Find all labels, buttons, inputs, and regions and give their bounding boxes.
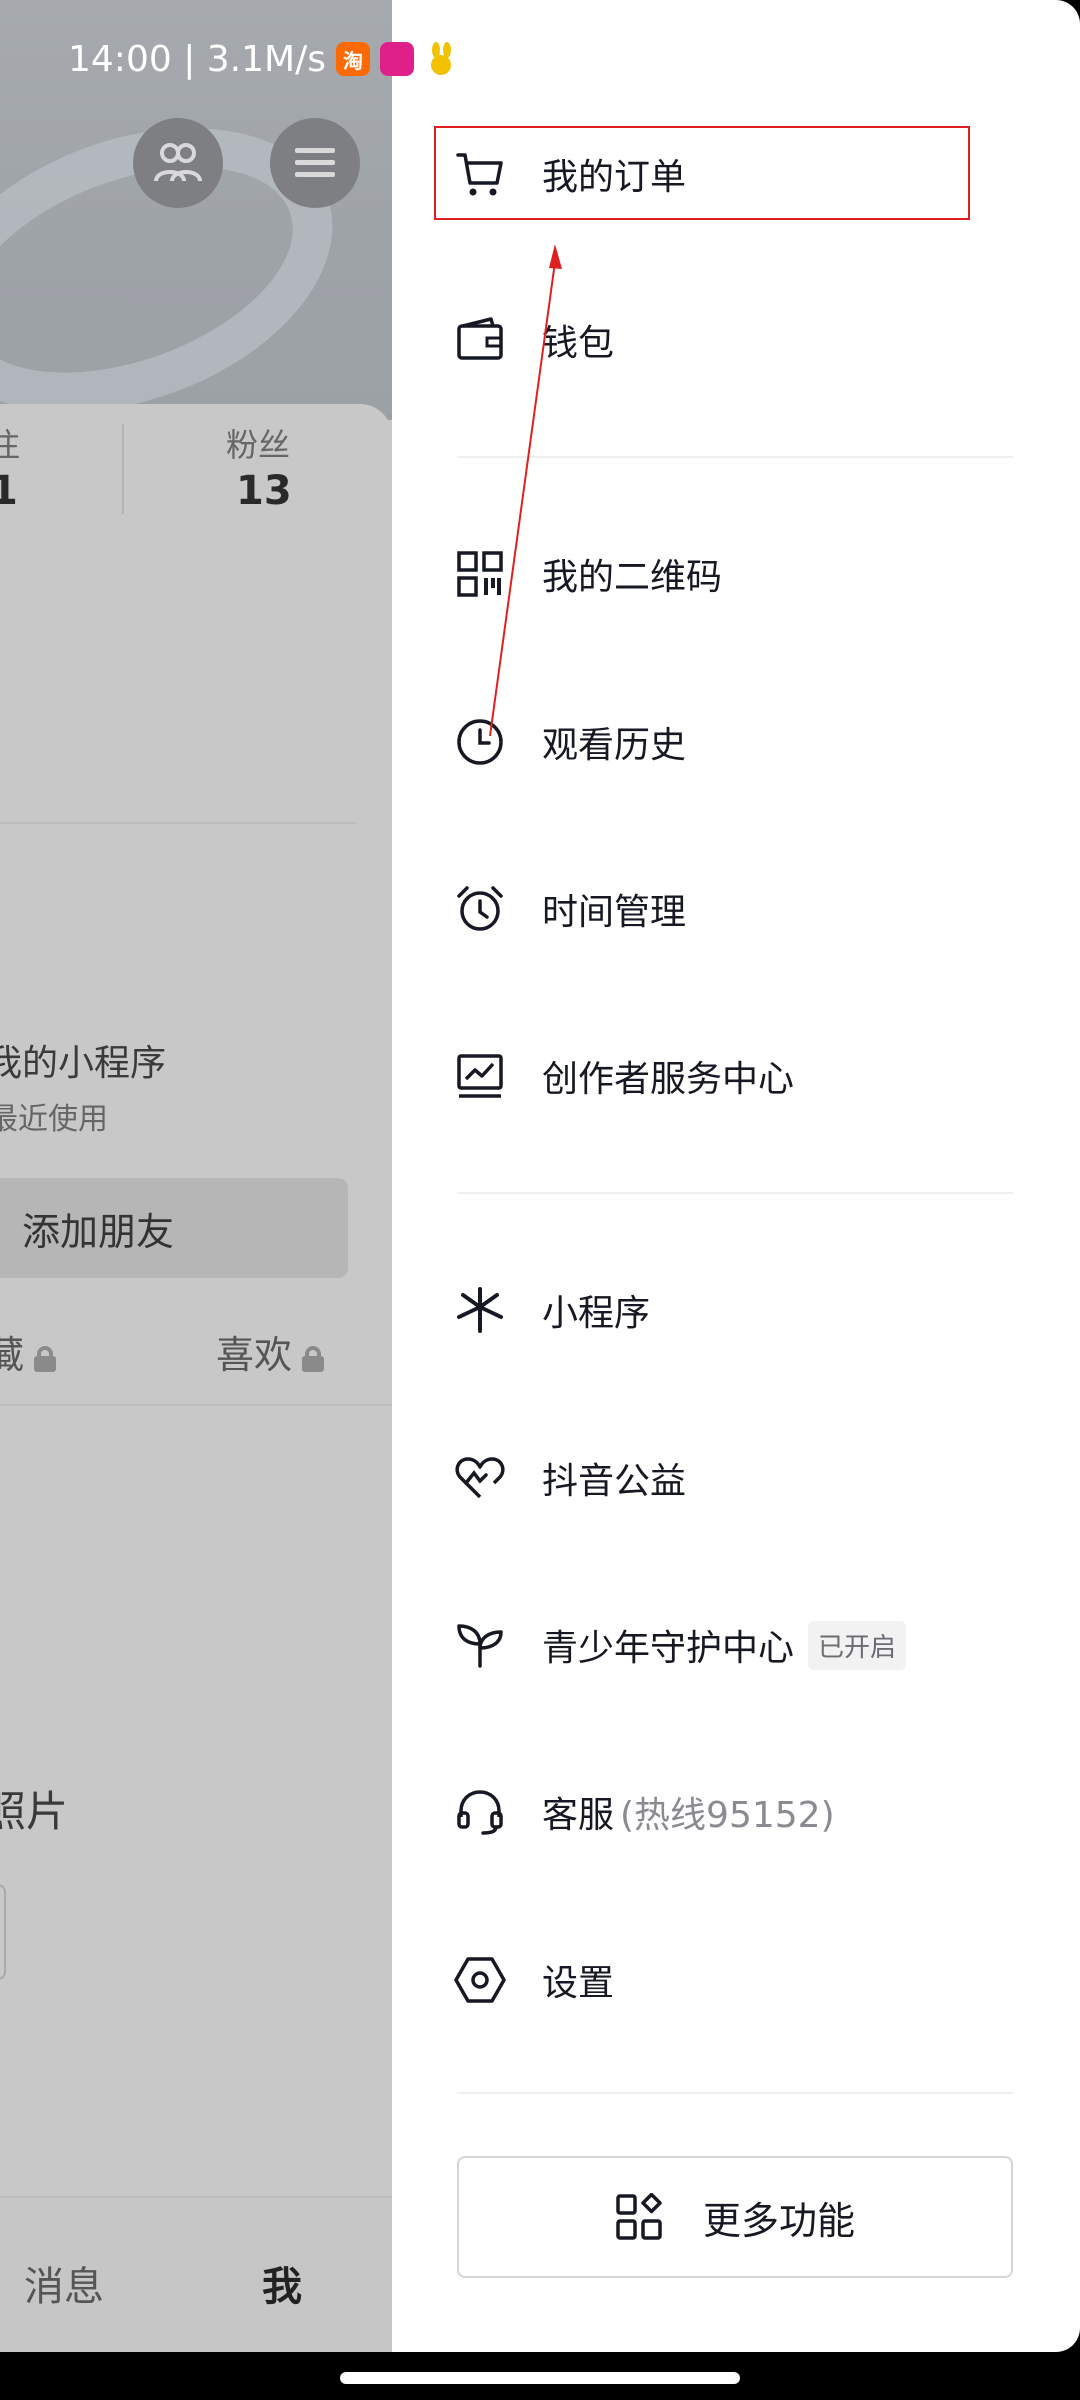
hamburger-icon — [295, 148, 335, 177]
menu-item-time-management[interactable]: 时间管理 — [452, 861, 1052, 957]
profile-card — [0, 404, 392, 2352]
menu-label: 设置 — [542, 1963, 615, 2004]
divider — [0, 822, 356, 824]
friends-icon — [154, 143, 202, 182]
menu-item-wallet[interactable]: 钱包 — [452, 292, 1052, 388]
rabbit-icon — [424, 42, 458, 76]
clock-icon — [452, 714, 508, 770]
mini-program-title[interactable]: 我的小程序 — [0, 1034, 166, 1086]
home-indicator — [340, 2372, 740, 2384]
menu-label: 我的二维码 — [542, 557, 723, 598]
lock-icon — [302, 1345, 325, 1372]
status-bar: 14:00 | 3.1M/s 淘 — [68, 34, 458, 84]
tab-favorites-label: 藏 — [0, 1333, 25, 1377]
apps-grid-icon — [616, 2193, 662, 2240]
photo-label: 照片 — [0, 1787, 69, 1836]
qrcode-icon — [452, 546, 508, 602]
settings-hex-icon — [452, 1952, 508, 2008]
lock-icon — [34, 1345, 57, 1372]
tab-favorites[interactable]: 藏 — [0, 1324, 57, 1379]
hotline-text: (热线95152) — [620, 1795, 835, 1836]
mini-program-icon — [452, 1282, 508, 1338]
more-features-button[interactable]: 更多功能 — [457, 2156, 1013, 2278]
wallet-icon — [452, 312, 508, 368]
menu-item-youth-protection[interactable]: 青少年守护中心 已开启 — [452, 1597, 1052, 1693]
stat-divider — [122, 424, 124, 514]
stat-value: 1 — [0, 468, 18, 514]
menu-button[interactable] — [270, 118, 360, 208]
highlight-box — [434, 126, 970, 220]
menu-label: 观看历史 — [542, 725, 687, 766]
photo-placeholder — [0, 1884, 6, 1980]
menu-item-qr-code[interactable]: 我的二维码 — [452, 526, 1052, 622]
friends-button[interactable] — [133, 118, 223, 208]
menu-label: 抖音公益 — [542, 1461, 687, 1502]
menu-label: 钱包 — [542, 323, 615, 364]
stat-label: 注 — [0, 426, 21, 464]
divider — [457, 1192, 1013, 1194]
status-time: 14:00 | 3.1M/s — [68, 38, 326, 80]
side-drawer: 我的订单 钱包 我的二维码 观看历史 时间管理 创作者服务中心 小程序 抖音公益… — [392, 0, 1080, 2352]
add-friend-label: 添加朋友 — [22, 1209, 175, 1254]
divider — [457, 456, 1013, 458]
menu-item-watch-history[interactable]: 观看历史 — [452, 694, 1052, 790]
stat-value-fans[interactable]: 13 — [236, 468, 292, 514]
status-badge: 已开启 — [808, 1620, 907, 1670]
stat-label-fans: 粉丝 — [226, 426, 291, 464]
nav-me[interactable]: 我 — [262, 2254, 302, 2312]
heart-charity-icon — [452, 1450, 508, 1506]
menu-item-charity[interactable]: 抖音公益 — [452, 1430, 1052, 1526]
tab-likes-label: 喜欢 — [216, 1333, 293, 1377]
alarm-icon — [452, 881, 508, 937]
taobao-icon: 淘 — [335, 42, 370, 76]
menu-label: 时间管理 — [542, 892, 687, 933]
headset-icon — [452, 1784, 508, 1840]
divider — [0, 1404, 392, 1406]
menu-label: 客服 — [542, 1795, 615, 1836]
menu-item-settings[interactable]: 设置 — [452, 1932, 1052, 2028]
divider — [457, 2092, 1013, 2094]
menu-item-customer-service[interactable]: 客服 (热线95152) — [452, 1764, 1052, 1860]
background-profile-page: 注 1 粉丝 13 我的小程序 最近使用 添加朋友 藏 喜欢 照片 消息 我 — [0, 0, 392, 2352]
menu-label: 创作者服务中心 — [542, 1059, 795, 1100]
bottom-nav: 消息 我 — [0, 2196, 392, 2352]
tab-likes[interactable]: 喜欢 — [216, 1324, 325, 1379]
menu-label: 小程序 — [542, 1293, 651, 1334]
sprout-icon — [452, 1617, 508, 1673]
add-friend-button[interactable]: 添加朋友 — [0, 1178, 348, 1278]
nav-messages[interactable]: 消息 — [24, 2254, 104, 2312]
menu-item-mini-program[interactable]: 小程序 — [452, 1262, 1052, 1358]
menu-item-creator-center[interactable]: 创作者服务中心 — [452, 1028, 1052, 1124]
mini-program-subtitle: 最近使用 — [0, 1102, 108, 1137]
chart-monitor-icon — [452, 1048, 508, 1104]
menu-label: 青少年守护中心 — [542, 1628, 795, 1669]
app-pink-icon — [379, 42, 414, 76]
more-features-label: 更多功能 — [702, 2198, 855, 2243]
